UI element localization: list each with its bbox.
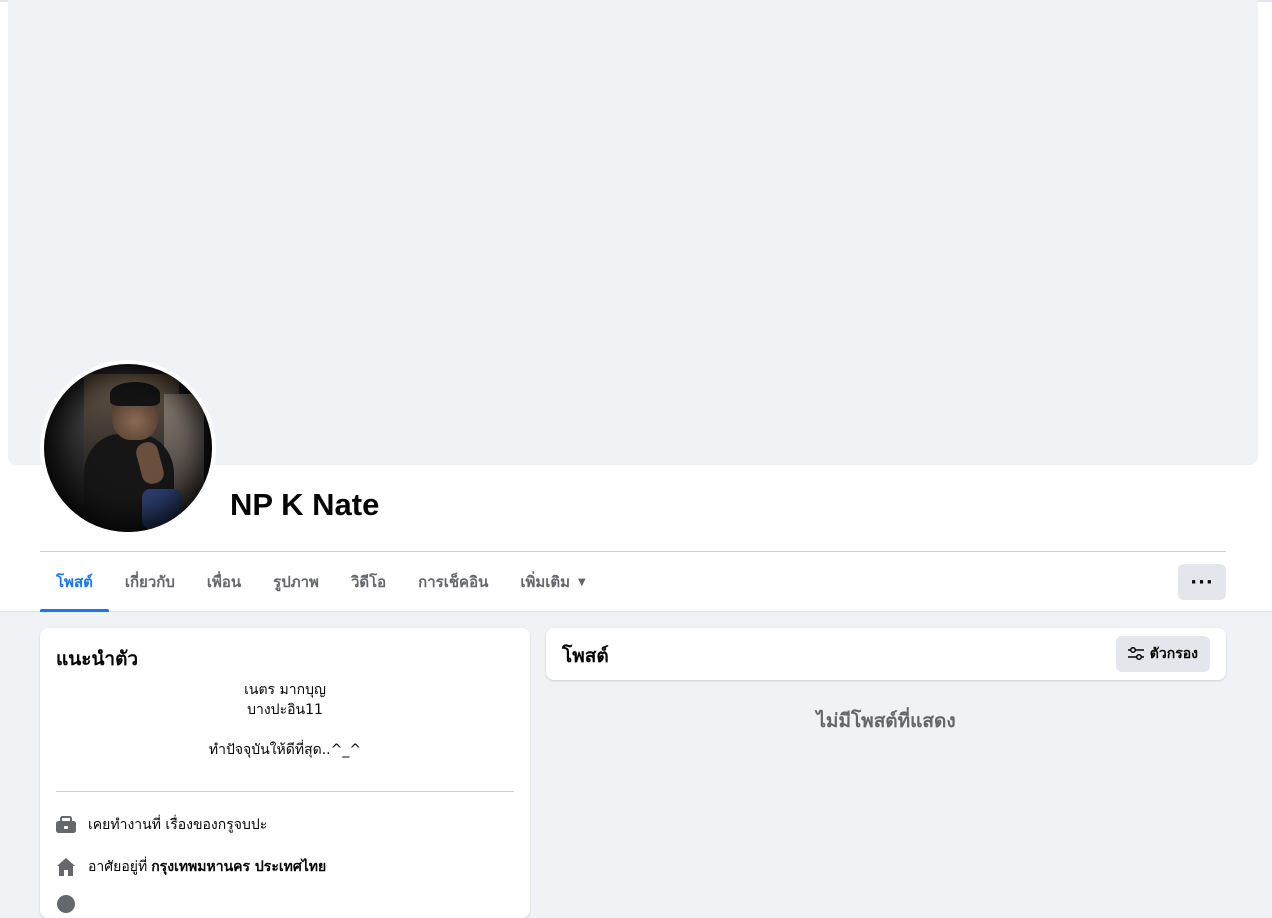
home-value[interactable]: กรุงเทพมหานคร ประเทศไทย <box>151 856 326 878</box>
bio-blank-line <box>56 720 514 740</box>
home-info: อาศัยอยู่ที่ กรุงเทพมหานคร ประเทศไทย <box>56 856 326 878</box>
intro-card: แนะนำตัว เนตร มากบุญ บางปะอิน11 ทำปัจจุบ… <box>40 628 530 918</box>
tab-friends[interactable]: เพื่อน <box>191 552 257 612</box>
tab-friends-label: เพื่อน <box>206 573 242 591</box>
posts-card: โพสต์ ตัวกรอง <box>546 628 1226 680</box>
work-info: เคยทำงานที่ เรื่องของกรูจบปะ <box>56 814 267 836</box>
tab-about[interactable]: เกี่ยวกับ <box>109 552 191 612</box>
bio-line: บางปะอิน11 <box>247 702 323 718</box>
bio-line: ทำปัจจุบันให้ดีที่สุด..^_^ <box>208 742 362 758</box>
avatar-image[interactable] <box>44 364 212 532</box>
profile-name: NP K Nate <box>230 487 380 522</box>
more-options-label: ··· <box>1190 571 1214 593</box>
more-options-button[interactable]: ··· <box>1178 564 1226 600</box>
posts-title: โพสต์ <box>562 645 609 667</box>
tab-checkins-label: การเช็คอิน <box>418 573 489 591</box>
bio-line: เนตร มากบุญ <box>244 682 326 698</box>
filter-button[interactable]: ตัวกรอง <box>1115 636 1210 672</box>
home-icon <box>56 857 76 877</box>
tab-videos[interactable]: วิดีโอ <box>335 552 402 612</box>
home-prefix: อาศัยอยู่ที่ <box>88 859 148 875</box>
intro-title: แนะนำตัว <box>56 648 139 670</box>
tab-more[interactable]: เพิ่มเติม ▼ <box>504 552 601 612</box>
tab-about-label: เกี่ยวกับ <box>124 573 175 591</box>
filter-label: ตัวกรอง <box>1149 646 1198 662</box>
empty-posts-message: ไม่มีโพสต์ที่แสดง <box>816 710 956 732</box>
intro-divider <box>56 791 514 792</box>
briefcase-icon <box>56 815 76 835</box>
tab-checkins[interactable]: การเช็คอิน <box>402 552 504 612</box>
tab-more-label: เพิ่มเติม <box>520 573 571 591</box>
profile-tabs: โพสต์ เกี่ยวกับ เพื่อน รูปภาพ วิดีโอ การ… <box>40 552 602 612</box>
tab-photos[interactable]: รูปภาพ <box>257 552 335 612</box>
profile-header: NP K Nate โพสต์ เกี่ยวกับ เพื่อน รูปภาพ … <box>0 0 1272 612</box>
tab-posts[interactable]: โพสต์ <box>40 552 109 612</box>
partial-info-row <box>56 894 88 914</box>
tab-posts-label: โพสต์ <box>56 573 93 591</box>
bio: เนตร มากบุญ บางปะอิน11 ทำปัจจุบันให้ดีที… <box>56 680 514 760</box>
caret-down-icon: ▼ <box>578 576 586 588</box>
tab-videos-label: วิดีโอ <box>350 573 387 591</box>
filter-sliders-icon <box>1127 647 1144 661</box>
partial-icon <box>56 894 76 914</box>
avatar[interactable] <box>40 360 216 536</box>
tab-photos-label: รูปภาพ <box>273 573 319 591</box>
work-prefix: เคยทำงานที่ <box>88 817 161 833</box>
work-value[interactable]: เรื่องของกรูจบปะ <box>165 814 267 836</box>
